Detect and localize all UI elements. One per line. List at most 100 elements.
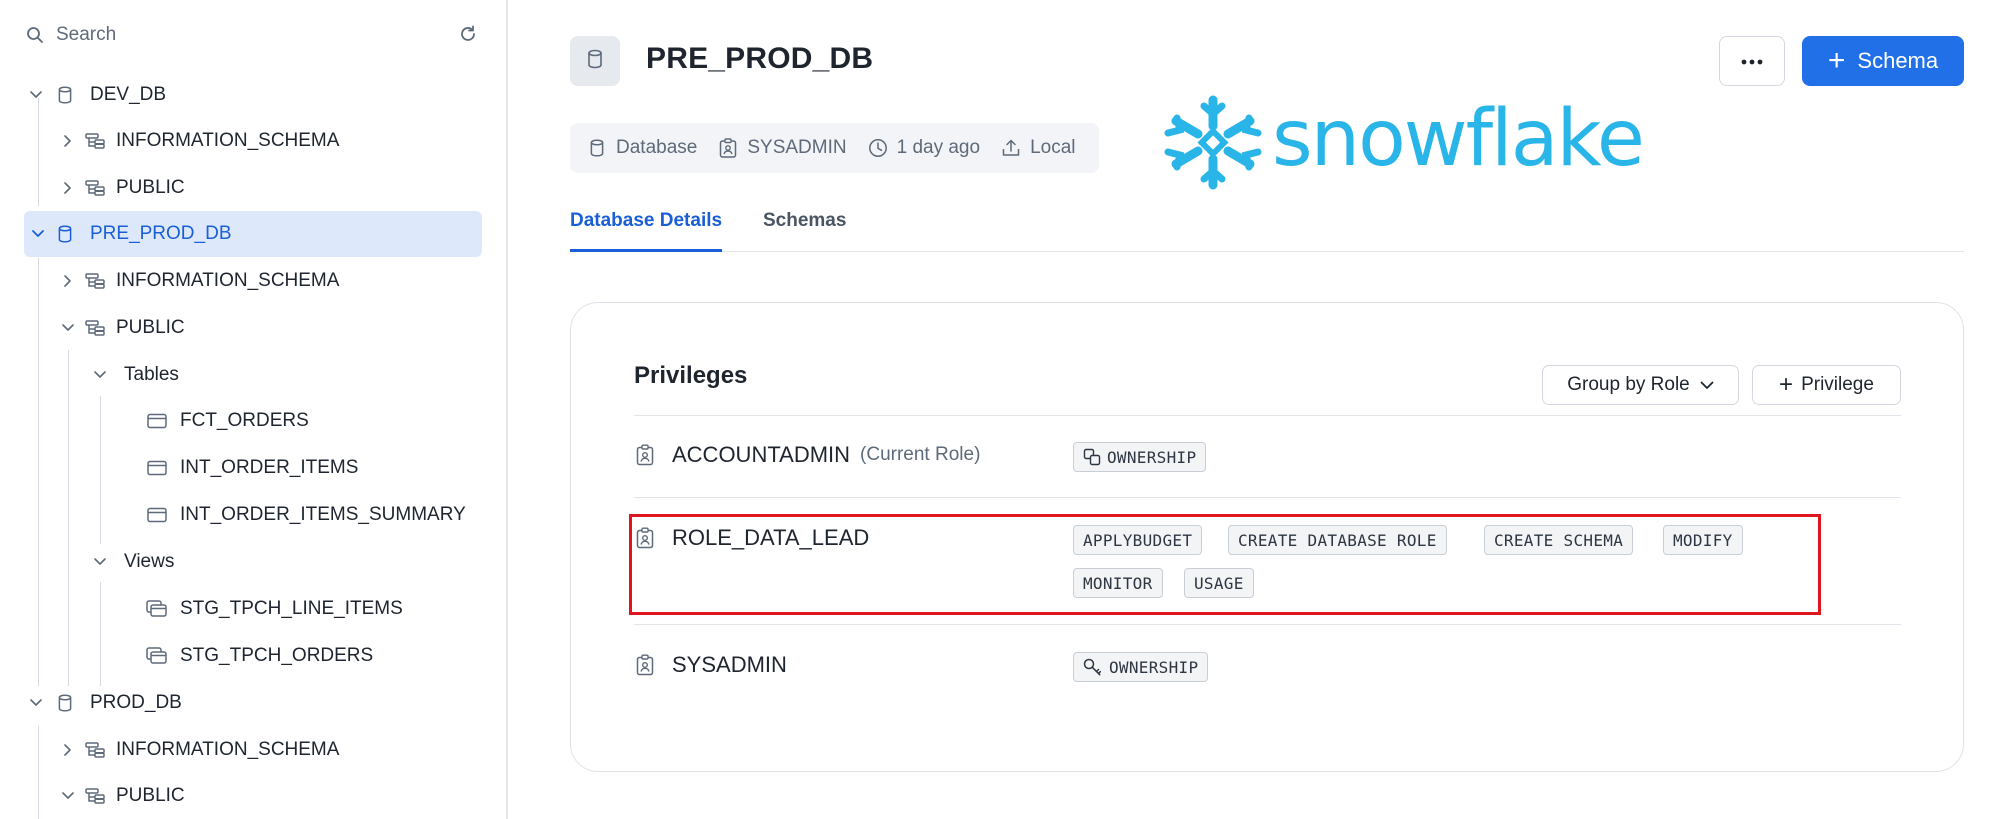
chevron-down-icon[interactable] [90,552,110,572]
object-meta-strip: Database SYSADMIN 1 day ago Local [570,123,1099,173]
privilege-pill: OWNERSHIP [1073,442,1207,472]
chevron-right-icon[interactable] [58,131,78,151]
chevron-right-icon[interactable] [58,740,78,760]
chevron-down-icon[interactable] [58,786,78,806]
schema-icon [84,317,106,339]
search-row[interactable]: Search [24,18,480,52]
tab-database-details[interactable]: Database Details [570,210,723,252]
chevron-down-icon[interactable] [26,693,46,713]
add-schema-label: Schema [1857,48,1939,73]
schema-icon [84,739,106,761]
meta-updated-label: 1 day ago [896,137,981,158]
tree-item-schema[interactable]: INFORMATION_SCHEMA [58,118,482,164]
tree-item-schema[interactable]: PUBLIC [58,305,482,351]
table-icon [146,457,168,479]
refresh-icon[interactable] [456,22,480,46]
table-icon [146,410,168,432]
tree-item-schema[interactable]: INFORMATION_SCHEMA [58,727,482,773]
tree-item-table[interactable]: INT_ORDER_ITEMS_SUMMARY [146,492,482,538]
more-options-button[interactable] [1719,36,1785,86]
tree-guide-line [68,350,69,686]
tree-item-view[interactable]: STG_TPCH_ORDERS [146,633,482,679]
detail-tabs: Database Details Schemas [570,200,1964,252]
group-by-label: Group by Role [1567,374,1690,395]
schema-icon [84,130,106,152]
tree-guide-line [38,258,39,686]
add-privilege-label: Privilege [1801,374,1874,395]
tree-item-label: PUBLIC [116,317,185,338]
tree-guide-line [38,726,39,819]
plus-icon: + [1779,371,1794,398]
tree-item-label: DEV_DB [90,84,167,105]
chevron-down-icon[interactable] [90,365,110,385]
tree-item-database[interactable]: PROD_DB [26,680,482,726]
tree-item-table[interactable]: INT_ORDER_ITEMS [146,445,482,491]
meta-updated: 1 day ago [867,137,980,159]
upload-icon [1000,137,1022,159]
tree-item-label: FCT_ORDERS [180,410,309,431]
database-icon [54,223,76,245]
chevron-right-icon[interactable] [58,271,78,291]
tree-item-label: STG_TPCH_LINE_ITEMS [180,598,403,619]
tree-item-label: PUBLIC [116,177,185,198]
database-icon [587,49,603,74]
tree-item-label: STG_TPCH_ORDERS [180,645,374,666]
schema-icon [84,177,106,199]
role-row: SYSADMIN [634,652,787,678]
tree-item-schema[interactable]: INFORMATION_SCHEMA [58,258,482,304]
tree-item-database[interactable]: DEV_DB [26,72,482,118]
chevron-right-icon[interactable] [58,178,78,198]
tree-item-schema[interactable]: PUBLIC [58,165,482,211]
role-note: (Current Role) [860,444,981,465]
tree-guide-line [100,582,101,686]
view-icon [146,645,168,667]
role-badge-icon [634,444,656,466]
tree-item-database-selected[interactable]: PRE_PROD_DB [24,211,482,257]
database-icon [586,137,608,159]
ownership-icon [1083,448,1101,466]
tree-item-schema[interactable]: PUBLIC [58,773,482,819]
meta-owner-label: SYSADMIN [747,137,847,158]
tree-item-view[interactable]: STG_TPCH_LINE_ITEMS [146,586,482,632]
tree-item-label: INFORMATION_SCHEMA [116,739,340,760]
tree-item-label: INT_ORDER_ITEMS [180,457,359,478]
tree-item-label: INT_ORDER_ITEMS_SUMMARY [180,504,466,525]
divider [634,624,1901,625]
view-icon [146,598,168,620]
tree-guide-line [100,396,101,544]
add-schema-button[interactable]: + Schema [1802,36,1964,86]
divider [634,415,1901,416]
tree-item-label: PROD_DB [90,692,182,713]
privilege-pill: OWNERSHIP [1073,652,1209,682]
divider [634,497,1901,498]
key-icon [1083,658,1103,676]
highlight-box [629,514,1821,615]
table-icon [146,504,168,526]
tree-item-folder-tables[interactable]: Tables [90,352,482,398]
role-row: ACCOUNTADMIN (Current Role) [634,442,980,468]
group-by-role-dropdown[interactable]: Group by Role [1542,365,1739,405]
tree-item-folder-views[interactable]: Views [90,539,482,585]
search-input[interactable]: Search [56,24,116,46]
chevron-down-icon[interactable] [28,224,48,244]
page-title: PRE_PROD_DB [646,42,874,75]
tree-item-label: PRE_PROD_DB [90,223,232,244]
clock-icon [867,137,889,159]
meta-type: Database [586,137,697,159]
tree-item-table[interactable]: FCT_ORDERS [146,398,482,444]
tree-item-label: Views [124,551,175,572]
tree-item-label: PUBLIC [116,785,185,806]
database-icon [54,692,76,714]
object-explorer-sidebar: Search DEV_DB INFORMATION_SCHEMA PUBLIC … [0,0,508,819]
tree-item-label: INFORMATION_SCHEMA [116,270,340,291]
add-privilege-button[interactable]: + Privilege [1752,365,1901,405]
chevron-down-icon[interactable] [26,85,46,105]
role-name: ACCOUNTADMIN [672,442,851,467]
tab-schemas[interactable]: Schemas [763,210,846,252]
tree-item-label: INFORMATION_SCHEMA [116,130,340,151]
chevron-down-icon[interactable] [58,318,78,338]
role-badge-icon [717,137,739,159]
privilege-label: OWNERSHIP [1109,657,1199,677]
meta-type-label: Database [616,137,698,158]
snowflake-logo-icon [1164,95,1262,190]
